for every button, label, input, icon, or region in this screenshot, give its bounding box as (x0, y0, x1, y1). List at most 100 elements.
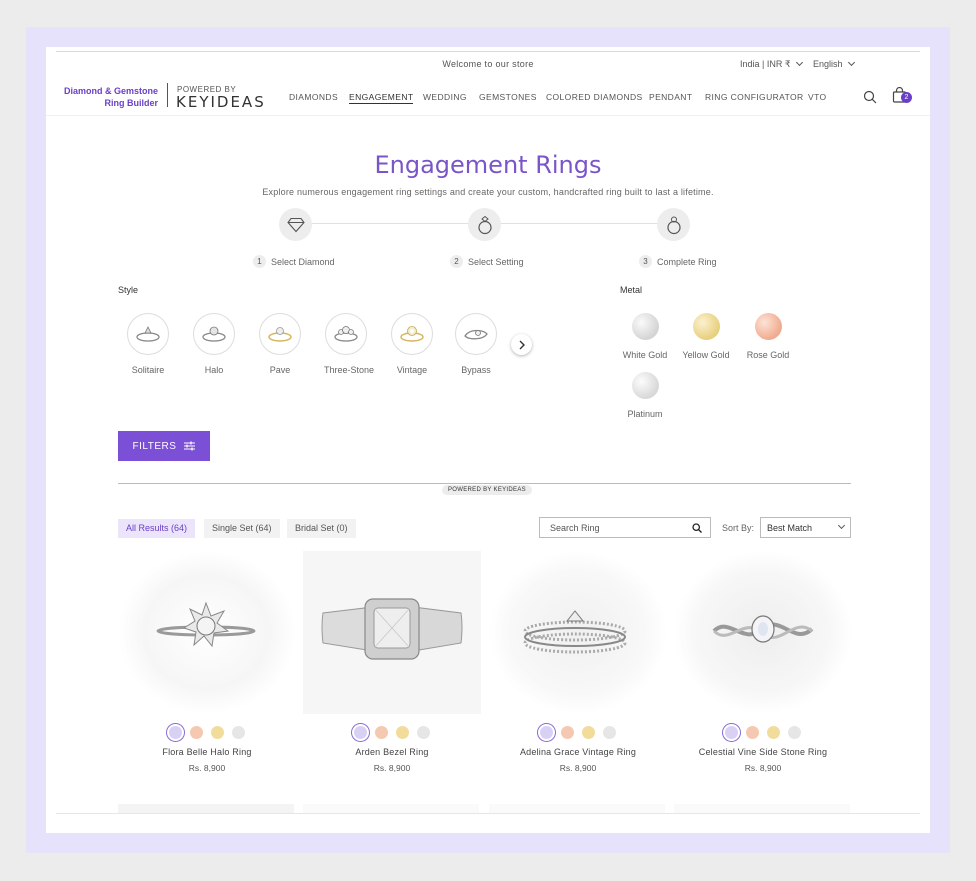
step-setting[interactable] (468, 208, 501, 241)
swatch-yellow-gold[interactable] (767, 726, 780, 739)
nav-vto[interactable]: VTO (808, 92, 827, 102)
metal-name: Platinum (627, 409, 663, 419)
swatch-rose-gold[interactable] (190, 726, 203, 739)
swatch-yellow-gold[interactable] (211, 726, 224, 739)
product-image[interactable] (303, 551, 481, 714)
chevron-down-icon (847, 58, 855, 67)
brand-line-2: Ring Builder (104, 98, 159, 108)
swatch-platinum[interactable] (417, 726, 430, 739)
metal-name: Rose Gold (746, 350, 790, 360)
product-card[interactable]: Celestial Vine Side Stone Ring Rs. 8,900 (674, 551, 852, 773)
style-next-button[interactable] (511, 334, 532, 355)
chevron-down-icon (795, 58, 803, 67)
metal-swatches (489, 726, 667, 739)
powered-by-badge: POWERED BY KEYIDEAS (442, 485, 532, 495)
swatch-yellow-gold[interactable] (582, 726, 595, 739)
step-complete[interactable] (657, 208, 690, 241)
product-image[interactable] (118, 551, 296, 714)
product-image[interactable] (674, 551, 852, 714)
style-heading: Style (118, 285, 139, 295)
ring-thumbnail (391, 313, 433, 355)
metal-option-yellow-gold[interactable]: Yellow Gold (676, 313, 736, 360)
metal-swatches (118, 726, 296, 739)
brand-divider (167, 83, 168, 107)
swatch-platinum[interactable] (603, 726, 616, 739)
nav-pendant[interactable]: PENDANT (649, 92, 692, 102)
search-ring-field[interactable] (539, 517, 711, 538)
search-input[interactable] (550, 522, 680, 533)
product-price: Rs. 8,900 (373, 763, 411, 773)
nav-colored-diamonds[interactable]: COLORED DIAMONDS (546, 92, 643, 102)
nav-engagement[interactable]: ENGAGEMENT (349, 92, 414, 104)
shopping-bag-icon[interactable]: 2 (889, 85, 912, 105)
product-name[interactable]: Flora Belle Halo Ring (118, 747, 296, 757)
swatch-white-gold[interactable] (354, 726, 367, 739)
nav-gemstones[interactable]: GEMSTONES (479, 92, 537, 102)
top-divider (56, 51, 920, 52)
nav-diamonds[interactable]: DIAMONDS (289, 92, 338, 102)
metal-option-platinum[interactable]: Platinum (615, 372, 675, 419)
brand-line-1: Diamond & Gemstone (63, 86, 158, 96)
diamond-icon (286, 217, 305, 232)
product-image[interactable] (489, 551, 667, 714)
section-divider (118, 483, 851, 484)
swatch-platinum[interactable] (788, 726, 801, 739)
product-card[interactable]: Arden Bezel Ring Rs. 8,900 (303, 551, 481, 773)
style-option-vintage[interactable]: Vintage (390, 313, 434, 375)
product-name[interactable]: Adelina Grace Vintage Ring (489, 747, 667, 757)
page-subtitle: Explore numerous engagement ring setting… (262, 187, 714, 197)
language-selector[interactable]: English (813, 58, 855, 69)
step-number: 3 (639, 255, 652, 268)
style-name: Bypass (461, 365, 491, 375)
style-option-solitaire[interactable]: Solitaire (126, 313, 170, 375)
nav-wedding[interactable]: WEDDING (423, 92, 467, 102)
step-2-label[interactable]: 2 Select Setting (450, 255, 524, 268)
header-divider (46, 115, 930, 116)
swatch-rose-gold[interactable] (746, 726, 759, 739)
step-diamond[interactable] (279, 208, 312, 241)
keyideas-logo[interactable]: KEYIDEAS (176, 93, 266, 111)
filters-button[interactable]: FILTERS (118, 431, 210, 461)
brand-title[interactable]: Diamond & Gemstone Ring Builder (62, 85, 158, 109)
tab-bridal-set[interactable]: Bridal Set (0) (287, 519, 356, 538)
search-icon[interactable] (861, 88, 879, 106)
metal-swatches (674, 726, 852, 739)
swatch-yellow-gold[interactable] (396, 726, 409, 739)
step-1-label[interactable]: 1 Select Diamond (253, 255, 335, 268)
product-name[interactable]: Arden Bezel Ring (303, 747, 481, 757)
search-icon[interactable] (692, 522, 702, 533)
style-option-pave[interactable]: Pave (258, 313, 302, 375)
nav-ring-configurator[interactable]: RING CONFIGURATOR (705, 92, 804, 102)
swatch-platinum[interactable] (232, 726, 245, 739)
metal-name: White Gold (622, 350, 668, 360)
style-option-three-stone[interactable]: Three-Stone (324, 313, 375, 375)
ring-thumbnail (127, 313, 169, 355)
product-name[interactable]: Celestial Vine Side Stone Ring (674, 747, 852, 757)
tab-all-results[interactable]: All Results (64) (118, 519, 196, 538)
style-name: Pave (269, 365, 291, 375)
metal-option-white-gold[interactable]: White Gold (615, 313, 675, 360)
step-3-label[interactable]: 3 Complete Ring (639, 255, 717, 268)
sort-value: Best Match (767, 522, 813, 533)
style-name: Vintage (396, 365, 428, 375)
swatch-white-gold[interactable] (540, 726, 553, 739)
swatch-white-gold[interactable] (169, 726, 182, 739)
swatch-white-gold[interactable] (725, 726, 738, 739)
style-name: Halo (204, 365, 224, 375)
step-label-text: Complete Ring (657, 256, 717, 267)
currency-selector[interactable]: India | INR ₹ (740, 58, 803, 70)
sort-select[interactable]: Best Match (760, 517, 851, 538)
swatch-rose-gold[interactable] (561, 726, 574, 739)
product-card[interactable]: Adelina Grace Vintage Ring Rs. 8,900 (489, 551, 667, 773)
tab-single-set[interactable]: Single Set (64) (204, 519, 280, 538)
style-name: Three-Stone (324, 365, 375, 375)
style-option-bypass[interactable]: Bypass (454, 313, 498, 375)
metal-option-rose-gold[interactable]: Rose Gold (738, 313, 798, 360)
step-number: 1 (253, 255, 266, 268)
product-card[interactable]: Flora Belle Halo Ring Rs. 8,900 (118, 551, 296, 773)
swatch-rose-gold[interactable] (375, 726, 388, 739)
style-option-halo[interactable]: Halo (192, 313, 236, 375)
chevron-down-icon (837, 521, 846, 530)
chevron-right-icon (519, 340, 525, 349)
ring-setting-icon (477, 215, 492, 234)
